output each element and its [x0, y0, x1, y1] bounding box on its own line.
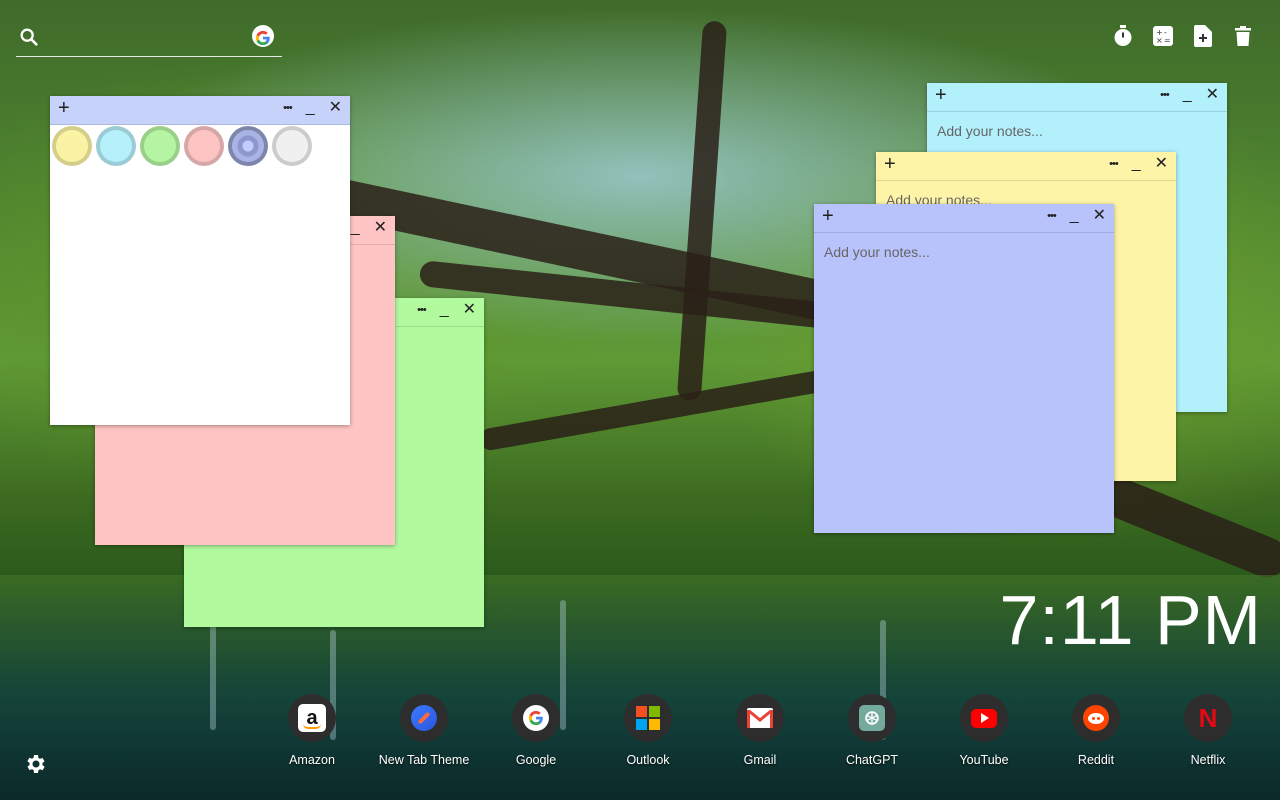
reflection-streak — [210, 610, 216, 730]
shortcut-reddit[interactable]: Reddit — [1041, 694, 1151, 767]
color-swatch-pink[interactable] — [184, 126, 224, 166]
close-icon[interactable]: ✕ — [329, 99, 342, 117]
more-options-icon[interactable]: ••• — [1109, 155, 1119, 173]
color-swatch-blue-selected[interactable] — [228, 126, 268, 166]
shortcut-label: New Tab Theme — [378, 753, 470, 767]
close-icon[interactable]: ✕ — [1206, 86, 1219, 104]
shortcut-chatgpt[interactable]: ChatGPT — [817, 694, 927, 767]
note-text-area[interactable]: Add your notes... — [937, 123, 1043, 139]
color-picker — [52, 126, 312, 166]
svg-text:=: = — [1164, 36, 1171, 45]
gear-icon[interactable] — [24, 752, 48, 781]
tree-branch — [1092, 471, 1280, 584]
minimize-icon[interactable]: _ — [1070, 207, 1079, 225]
new-note-icon[interactable] — [1192, 24, 1214, 48]
color-swatch-cyan[interactable] — [96, 126, 136, 166]
minimize-icon[interactable]: _ — [351, 219, 360, 237]
trash-icon[interactable] — [1232, 24, 1254, 48]
search-bar[interactable] — [16, 22, 282, 57]
note-header: + ••• _ ✕ — [876, 152, 1176, 181]
netflix-icon: N — [1184, 694, 1232, 742]
shortcut-label: Netflix — [1190, 753, 1226, 767]
shortcut-label: Outlook — [626, 753, 670, 767]
note-header: + ••• _ ✕ — [927, 83, 1227, 112]
new-tab-page: + - × = ••• _ ✕ _ ✕ + ••• _ ✕ + ••• _ ✕ … — [0, 0, 1280, 800]
reddit-icon — [1072, 694, 1120, 742]
minimize-icon[interactable]: _ — [440, 301, 449, 319]
shortcut-new-tab-theme[interactable]: New Tab Theme — [369, 694, 479, 767]
note-header: + ••• _ ✕ — [814, 204, 1114, 233]
more-options-icon[interactable]: ••• — [1047, 207, 1057, 225]
search-icon[interactable] — [18, 26, 40, 48]
sticky-note-white[interactable]: + ••• _ ✕ — [50, 96, 350, 425]
shortcut-outlook[interactable]: Outlook — [593, 694, 703, 767]
add-note-icon[interactable]: + — [884, 153, 896, 176]
tree-branch — [478, 367, 837, 452]
minimize-icon[interactable]: _ — [1183, 86, 1192, 104]
note-text-area[interactable]: Add your notes... — [824, 244, 930, 260]
add-note-icon[interactable]: + — [822, 205, 834, 228]
shortcut-label: Gmail — [743, 753, 777, 767]
amazon-icon: a — [288, 694, 336, 742]
toolbar: + - × = — [1112, 24, 1254, 48]
shortcut-label: Amazon — [289, 753, 335, 767]
close-icon[interactable]: ✕ — [1093, 207, 1106, 225]
shortcut-label: Google — [515, 753, 557, 767]
add-note-icon[interactable]: + — [935, 84, 947, 107]
more-options-icon[interactable]: ••• — [417, 301, 427, 319]
note-header: + ••• _ ✕ — [50, 96, 350, 125]
google-icon — [512, 694, 560, 742]
svg-text:×: × — [1156, 36, 1163, 45]
color-swatch-yellow[interactable] — [52, 126, 92, 166]
outlook-icon — [624, 694, 672, 742]
shortcut-youtube[interactable]: YouTube — [929, 694, 1039, 767]
new-tab-theme-icon — [400, 694, 448, 742]
add-note-icon[interactable]: + — [58, 97, 70, 120]
shortcut-google[interactable]: Google — [481, 694, 591, 767]
shortcut-amazon[interactable]: a Amazon — [257, 694, 367, 767]
shortcut-gmail[interactable]: Gmail — [705, 694, 815, 767]
chatgpt-icon — [848, 694, 896, 742]
timer-icon[interactable] — [1112, 24, 1134, 48]
color-swatch-white[interactable] — [272, 126, 312, 166]
shortcut-label: YouTube — [959, 753, 1009, 767]
google-icon[interactable] — [252, 25, 274, 47]
sticky-note-blue[interactable]: + ••• _ ✕ Add your notes... — [814, 204, 1114, 533]
calculator-icon[interactable]: + - × = — [1152, 24, 1174, 48]
shortcut-label: Reddit — [1077, 753, 1115, 767]
color-swatch-green[interactable] — [140, 126, 180, 166]
clock: 7:11 PM — [999, 581, 1262, 659]
close-icon[interactable]: ✕ — [463, 301, 476, 319]
close-icon[interactable]: ✕ — [1155, 155, 1168, 173]
shortcut-netflix[interactable]: N Netflix — [1153, 694, 1263, 767]
minimize-icon[interactable]: _ — [306, 99, 315, 117]
minimize-icon[interactable]: _ — [1132, 155, 1141, 173]
more-options-icon[interactable]: ••• — [1160, 86, 1170, 104]
shortcut-label: ChatGPT — [845, 753, 899, 767]
close-icon[interactable]: ✕ — [374, 219, 387, 237]
gmail-icon — [736, 694, 784, 742]
tree-branch — [676, 20, 728, 402]
more-options-icon[interactable]: ••• — [283, 99, 293, 117]
youtube-icon — [960, 694, 1008, 742]
